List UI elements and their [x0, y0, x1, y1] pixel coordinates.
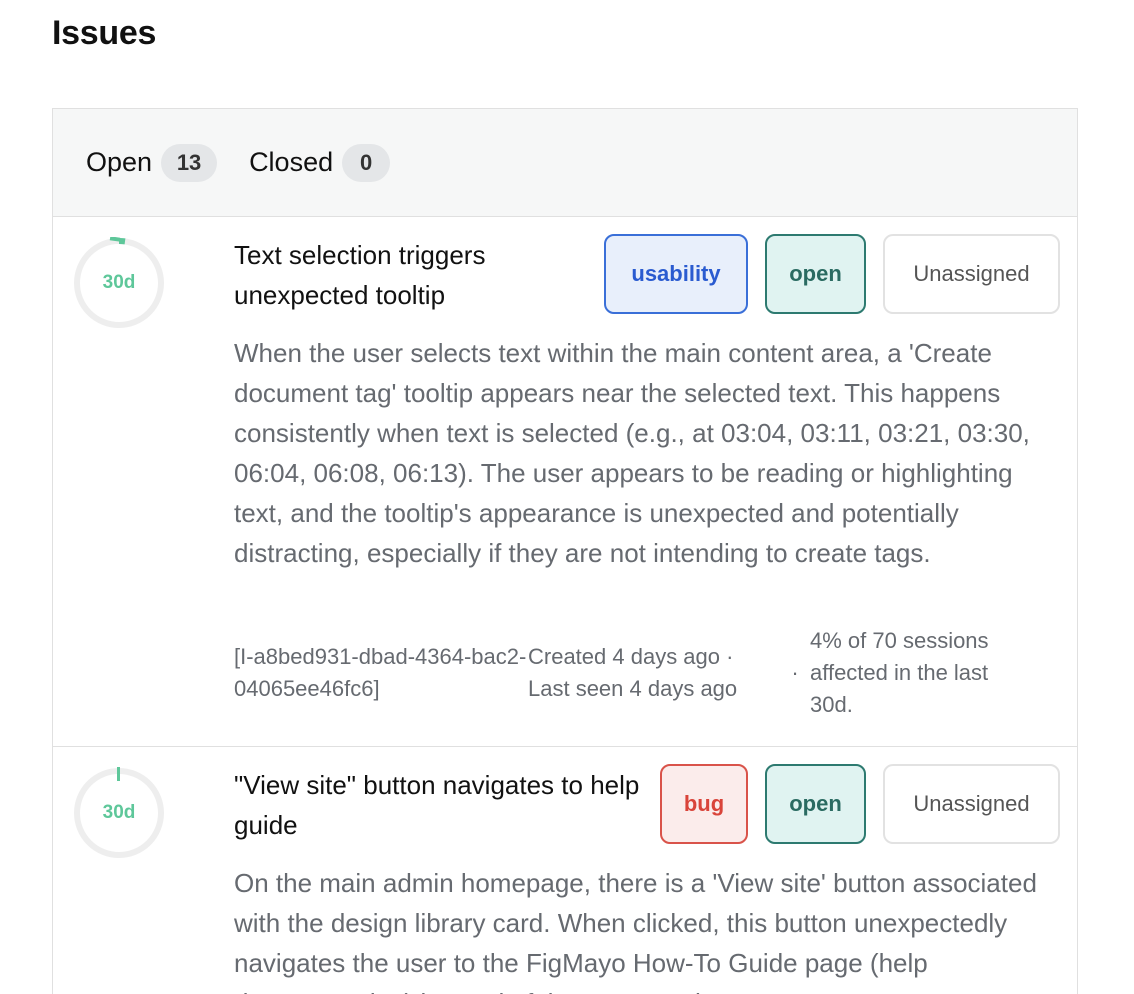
age-ring: 30d: [73, 767, 165, 859]
issue-row[interactable]: 30d "View site" button navigates to help…: [53, 747, 1077, 994]
page-title: Issues: [52, 14, 157, 52]
issue-description: When the user selects text within the ma…: [234, 338, 1030, 568]
tab-open[interactable]: Open 13: [86, 143, 218, 182]
age-ring: 30d: [73, 237, 165, 329]
issue-title[interactable]: "View site" button navigates to help gui…: [234, 765, 654, 845]
issue-meta: [I-a8bed931-dbad-4364-bac2-04065ee46fc6]…: [234, 625, 1030, 721]
age-label: 30d: [102, 802, 136, 823]
tab-closed-label: Closed: [249, 147, 334, 177]
tab-open-label: Open: [86, 147, 153, 177]
issue-sessions: 4% of 70 sessions affected in the last 3…: [810, 628, 989, 717]
issue-description: On the main admin homepage, there is a '…: [234, 868, 1037, 994]
status-badge[interactable]: open: [765, 764, 866, 844]
issue-tabs: Open 13 Closed 0: [53, 109, 1077, 217]
issue-id: [I-a8bed931-dbad-4364-bac2-04065ee46fc6]: [234, 644, 527, 701]
meta-separator: ·: [791, 660, 799, 685]
issues-panel: Open 13 Closed 0 30d Text selection trig…: [52, 108, 1078, 994]
assignee-button[interactable]: Unassigned: [883, 234, 1060, 314]
age-label: 30d: [102, 272, 136, 293]
issue-title[interactable]: Text selection triggers unexpected toolt…: [234, 235, 594, 315]
issue-badges: usability open Unassigned: [604, 234, 1060, 314]
assignee-button[interactable]: Unassigned: [883, 764, 1060, 844]
status-badge[interactable]: open: [765, 234, 866, 314]
tab-open-count: 13: [161, 143, 218, 182]
issue-dates: Created 4 days ago · Last seen 4 days ag…: [528, 644, 738, 701]
tab-closed[interactable]: Closed 0: [249, 143, 391, 182]
issue-badges: bug open Unassigned: [660, 764, 1060, 844]
category-badge[interactable]: bug: [660, 764, 748, 844]
tab-closed-count: 0: [342, 143, 391, 182]
issue-row[interactable]: 30d Text selection triggers unexpected t…: [53, 217, 1077, 747]
category-badge[interactable]: usability: [604, 234, 748, 314]
